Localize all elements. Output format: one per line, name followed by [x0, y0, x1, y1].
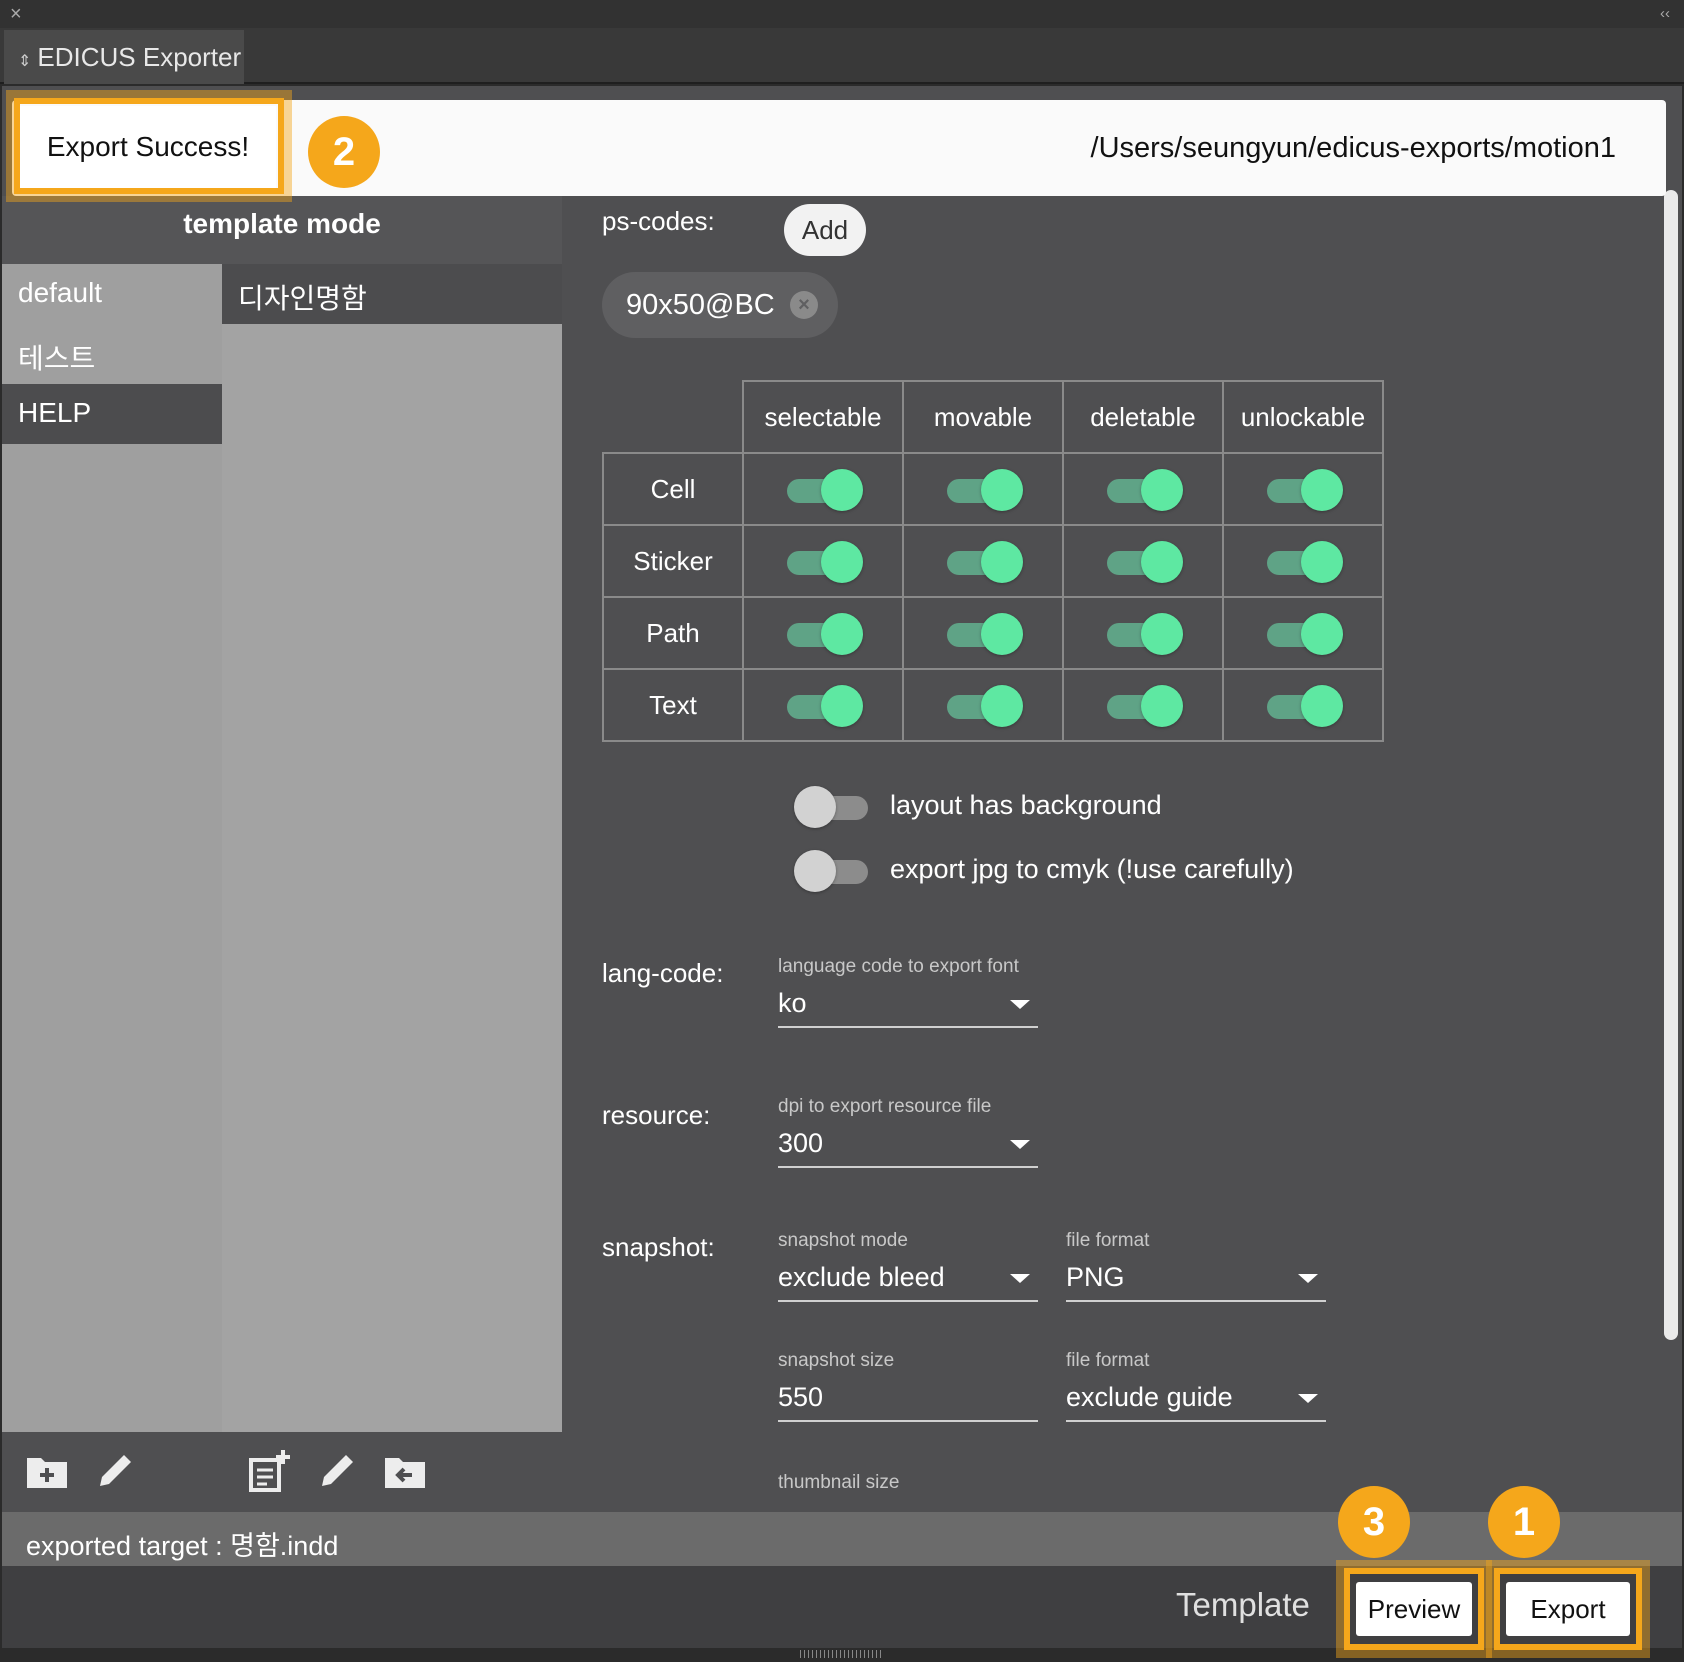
snapshot-mode-value: exclude bleed [778, 1262, 945, 1292]
exported-target-status: exported target : 명함.indd [2, 1512, 1682, 1566]
resize-grip[interactable] [800, 1650, 884, 1658]
lang-code-value: ko [778, 988, 807, 1018]
ps-code-chip: 90x50@BC × [602, 272, 838, 338]
toggle-cell-unlockable[interactable] [1267, 469, 1343, 512]
remove-chip-icon[interactable]: × [790, 291, 818, 319]
table-row: Cell [602, 452, 1384, 526]
category-item-default[interactable]: default [2, 264, 222, 324]
thumbnail-size-input[interactable]: thumbnail size [778, 1472, 1038, 1504]
table-row: Text [602, 668, 1384, 742]
resource-dpi-value: 300 [778, 1128, 824, 1158]
toggle-path-unlockable[interactable] [1267, 613, 1343, 656]
preview-button[interactable]: Preview [1356, 1582, 1472, 1636]
dropdown-caret-icon [1298, 1394, 1318, 1403]
layout-background-option: layout has background [794, 785, 1162, 828]
title-bar: × ‹‹ [0, 0, 1684, 28]
dropdown-caret-icon [1298, 1274, 1318, 1283]
add-ps-code-button[interactable]: Add [784, 204, 866, 256]
toggle-path-selectable[interactable] [787, 613, 863, 656]
lang-code-label: lang-code: [602, 958, 724, 988]
layout-background-toggle[interactable] [794, 785, 870, 828]
snapshot-mode-hint: snapshot mode [778, 1230, 908, 1251]
category-item-test[interactable]: 테스트 [2, 324, 222, 384]
cmyk-option: export jpg to cmyk (!use carefully) [794, 849, 1294, 892]
toggle-cell-deletable[interactable] [1107, 469, 1183, 512]
guide-format-value: exclude guide [1066, 1382, 1233, 1412]
thumbnail-size-hint: thumbnail size [778, 1472, 900, 1493]
toggle-text-movable[interactable] [947, 685, 1023, 728]
toggle-cell-movable[interactable] [947, 469, 1023, 512]
permissions-table: selectable movable deletable unlockable … [602, 380, 1384, 742]
snapshot-label: snapshot: [602, 1232, 715, 1262]
col-header-unlockable: unlockable [1222, 380, 1384, 454]
tab-label: EDICUS Exporter [37, 42, 242, 72]
lang-code-select[interactable]: language code to export font ko [778, 956, 1038, 1028]
resource-dpi-hint: dpi to export resource file [778, 1096, 992, 1117]
template-label: Template [1176, 1586, 1310, 1623]
table-row: Sticker [602, 524, 1384, 598]
snapshot-mode-select[interactable]: snapshot mode exclude bleed [778, 1230, 1038, 1302]
file-format-value: PNG [1066, 1262, 1125, 1292]
col-header-selectable: selectable [742, 380, 904, 454]
close-icon[interactable]: × [10, 3, 22, 26]
template-mode-title: template mode [2, 196, 562, 264]
template-item[interactable]: 디자인명함 [222, 264, 562, 324]
dropdown-caret-icon [1010, 1140, 1030, 1149]
export-path: /Users/seungyun/edicus-exports/motion1 [1090, 132, 1616, 164]
toggle-sticker-selectable[interactable] [787, 541, 863, 584]
cmyk-label: export jpg to cmyk (!use carefully) [890, 854, 1294, 884]
toggle-sticker-deletable[interactable] [1107, 541, 1183, 584]
snapshot-size-value: 550 [778, 1382, 824, 1412]
toggle-sticker-movable[interactable] [947, 541, 1023, 584]
dropdown-caret-icon [1010, 1000, 1030, 1009]
dropdown-caret-icon [1010, 1274, 1030, 1283]
toggle-text-selectable[interactable] [787, 685, 863, 728]
toggle-path-movable[interactable] [947, 613, 1023, 656]
ps-codes-label: ps-codes: [602, 206, 715, 236]
lang-code-hint: language code to export font [778, 956, 1019, 977]
updown-arrows-icon: ⇕ [18, 53, 32, 70]
row-header-sticker: Sticker [602, 524, 744, 598]
template-list: 디자인명함 [222, 264, 562, 1432]
tab-edicus-exporter[interactable]: ⇕ EDICUS Exporter [4, 30, 244, 84]
file-format-hint: file format [1066, 1230, 1150, 1251]
export-success-message: Export Success! [20, 106, 276, 188]
export-button[interactable]: Export [1506, 1582, 1630, 1636]
collapse-icon[interactable]: ‹‹ [1660, 5, 1670, 22]
resource-dpi-select[interactable]: dpi to export resource file 300 [778, 1096, 1038, 1168]
guide-format-hint: file format [1066, 1350, 1150, 1371]
row-header-text: Text [602, 668, 744, 742]
toggle-text-deletable[interactable] [1107, 685, 1183, 728]
table-row: Path [602, 596, 1384, 670]
layout-background-label: layout has background [890, 790, 1162, 820]
resource-label: resource: [602, 1100, 711, 1130]
folder-import-icon[interactable] [382, 1448, 428, 1494]
tab-strip: ⇕ EDICUS Exporter [0, 28, 1684, 84]
cmyk-toggle[interactable] [794, 849, 870, 892]
step-badge-1: 1 [1488, 1486, 1560, 1558]
row-header-path: Path [602, 596, 744, 670]
pencil-icon[interactable] [314, 1448, 360, 1494]
category-item-help[interactable]: HELP [2, 384, 222, 444]
ps-code-chip-label: 90x50@BC [626, 289, 775, 321]
toggle-path-deletable[interactable] [1107, 613, 1183, 656]
left-toolbar [2, 1432, 562, 1512]
document-add-icon[interactable] [246, 1448, 292, 1494]
folder-add-icon[interactable] [24, 1448, 70, 1494]
snapshot-size-hint: snapshot size [778, 1350, 895, 1371]
toggle-sticker-unlockable[interactable] [1267, 541, 1343, 584]
step-badge-2: 2 [308, 116, 380, 188]
col-header-movable: movable [902, 380, 1064, 454]
pencil-icon[interactable] [92, 1448, 138, 1494]
toggle-cell-selectable[interactable] [787, 469, 863, 512]
step-badge-3: 3 [1338, 1486, 1410, 1558]
row-header-cell: Cell [602, 452, 744, 526]
col-header-deletable: deletable [1062, 380, 1224, 454]
snapshot-size-input[interactable]: snapshot size 550 [778, 1350, 1038, 1422]
guide-format-select[interactable]: file format exclude guide [1066, 1350, 1326, 1422]
file-format-select[interactable]: file format PNG [1066, 1230, 1326, 1302]
toggle-text-unlockable[interactable] [1267, 685, 1343, 728]
category-list: default 테스트 HELP [2, 264, 222, 1432]
scrollbar-thumb[interactable] [1664, 190, 1678, 1340]
